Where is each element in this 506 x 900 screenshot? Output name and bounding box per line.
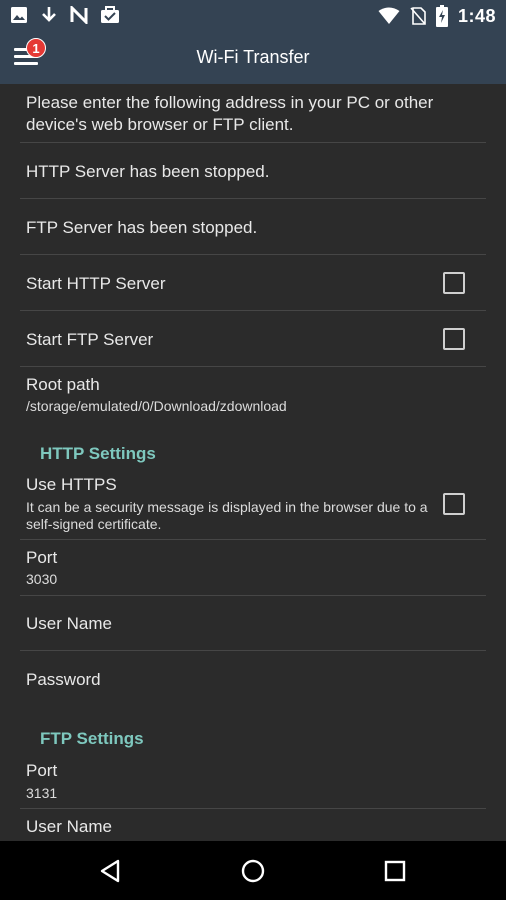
- page-title: Wi-Fi Transfer: [196, 47, 310, 67]
- http-port-value: 3030: [26, 571, 58, 587]
- clock: 1:48: [457, 5, 496, 26]
- start-ftp-server-label: Start FTP Server: [26, 330, 154, 349]
- ftp-user-name-item[interactable]: User Name: [26, 816, 486, 838]
- use-https-summary: It can be a security message is displaye…: [26, 499, 428, 532]
- nfc-icon: [70, 6, 88, 24]
- no-sim-icon: [410, 7, 426, 25]
- instructions-text: Please enter the following address in yo…: [26, 93, 434, 134]
- settings-list[interactable]: Please enter the following address in yo…: [0, 84, 506, 841]
- use-https-label: Use HTTPS: [26, 475, 117, 494]
- divider: [20, 808, 486, 809]
- http-status-text: HTTP Server has been stopped.: [26, 162, 270, 181]
- divider: [20, 310, 486, 311]
- recents-icon[interactable]: [381, 857, 409, 885]
- http-settings-header: HTTP Settings: [40, 444, 156, 463]
- ftp-settings-header: FTP Settings: [40, 729, 144, 748]
- root-path-value: /storage/emulated/0/Download/zdownload: [26, 398, 287, 414]
- http-port-label: Port: [26, 548, 58, 567]
- divider: [20, 595, 486, 596]
- wifi-icon: [378, 7, 400, 24]
- http-user-name-item[interactable]: User Name: [26, 613, 486, 635]
- ftp-port-value: 3131: [26, 785, 58, 801]
- start-ftp-server-checkbox[interactable]: [443, 328, 465, 350]
- system-icons: 1:48: [378, 5, 496, 27]
- notification-icons: [10, 6, 120, 24]
- navigation-bar: [0, 841, 506, 900]
- divider: [20, 254, 486, 255]
- briefcase-icon: [101, 6, 119, 23]
- back-icon[interactable]: [97, 857, 125, 885]
- status-bar: 1:48: [0, 0, 506, 32]
- divider: [20, 650, 486, 651]
- battery-charging-icon: [435, 5, 448, 27]
- http-password-item[interactable]: Password: [26, 669, 486, 691]
- divider: [20, 142, 486, 143]
- divider: [20, 366, 486, 367]
- root-path-label: Root path: [26, 375, 100, 394]
- app-bar: 1 Wi-Fi Transfer: [0, 32, 506, 84]
- divider: [20, 539, 486, 540]
- ftp-port-label: Port: [26, 761, 58, 780]
- image-icon: [11, 7, 27, 23]
- ftp-status-text: FTP Server has been stopped.: [26, 218, 258, 237]
- start-http-server-label: Start HTTP Server: [26, 274, 166, 293]
- divider: [20, 198, 486, 199]
- start-http-server-checkbox[interactable]: [443, 272, 465, 294]
- home-icon[interactable]: [239, 857, 267, 885]
- download-icon: [42, 7, 56, 22]
- use-https-checkbox[interactable]: [443, 493, 465, 515]
